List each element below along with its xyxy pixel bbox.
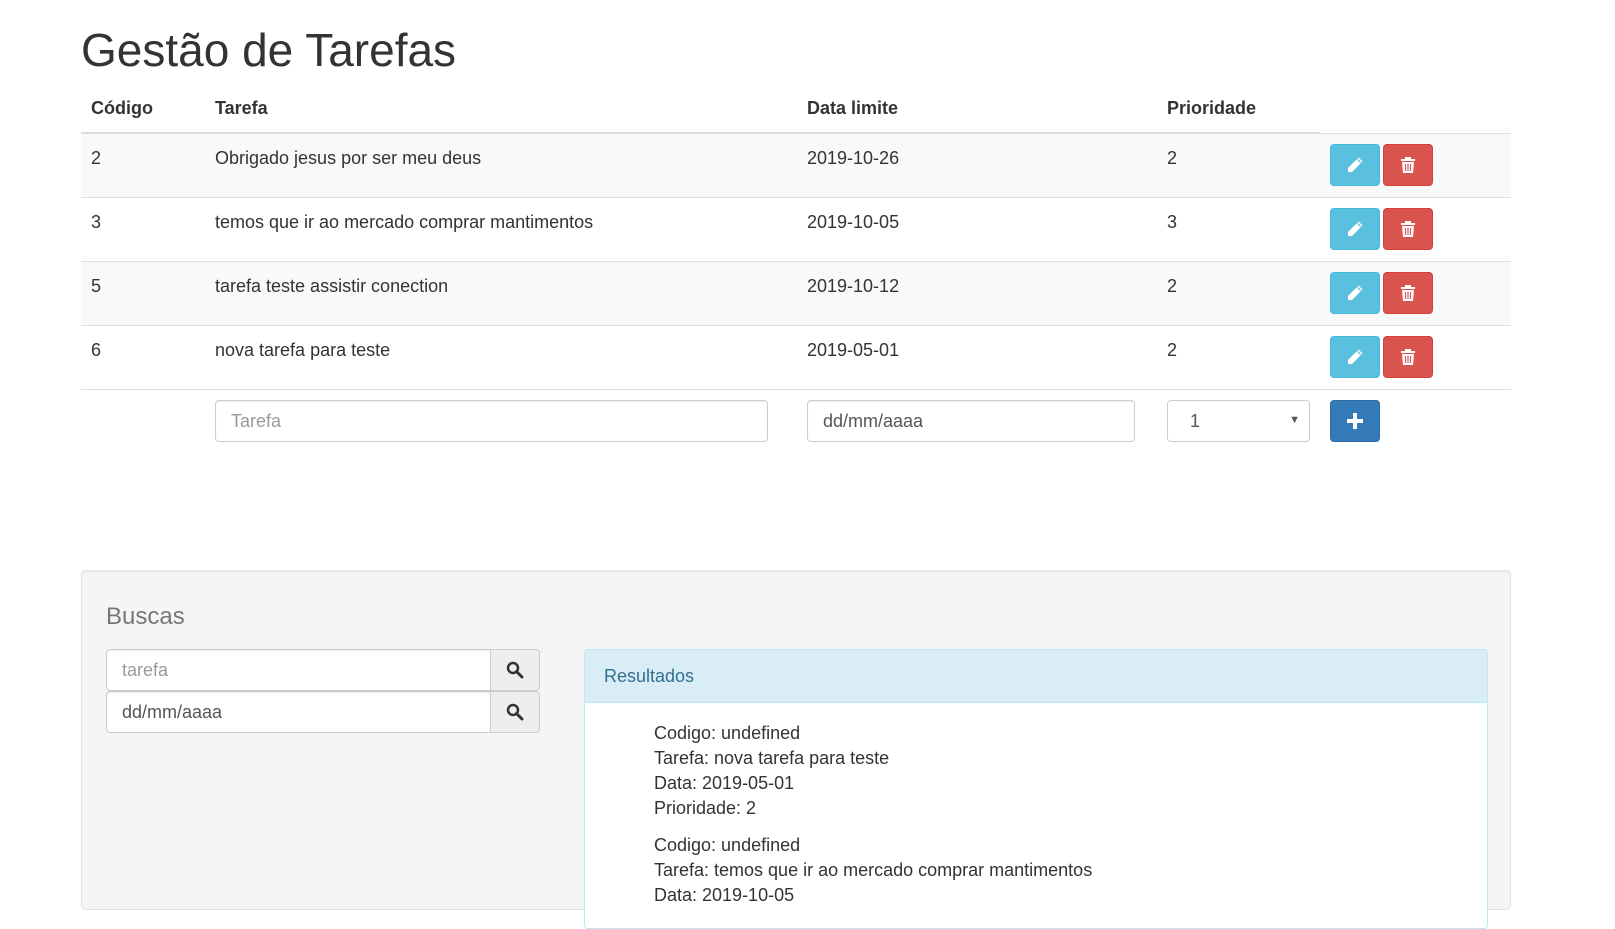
table-row: 2 Obrigado jesus por ser meu deus 2019-10-… [81,132,1511,198]
trash-icon [1401,349,1415,365]
cell-task: temos que ir ao mercado comprar mantimen… [205,197,797,262]
trash-icon [1401,285,1415,301]
cell-task: tarefa teste assistir conection [205,261,797,326]
search-task-button[interactable] [491,649,540,691]
edit-button[interactable] [1330,336,1380,378]
cell-code: 3 [81,197,205,262]
table-row: 6 nova tarefa para teste 2019-05-01 2 [81,325,1511,390]
result-code: Codigo: undefined [654,723,801,743]
row-actions [1320,132,1511,198]
edit-button[interactable] [1330,208,1380,250]
add-task-button[interactable] [1330,400,1380,442]
header-priority: Prioridade [1157,86,1320,134]
new-task-cell [205,389,797,453]
new-task-row: 1 ▼ [81,389,1511,453]
cell-date: 2019-10-12 [797,261,1157,326]
cell-task-text: tarefa teste assistir conection [215,276,449,296]
edit-button[interactable] [1330,143,1380,186]
header-code: Código [81,86,205,134]
pencil-icon [1348,221,1363,236]
cell-date-text: 2019-10-12 [807,276,900,296]
result-item: Codigo: undefined Tarefa: nova tarefa par… [654,721,1487,821]
cell-code-text: 2 [91,148,102,168]
cell-date-text: 2019-10-05 [807,212,900,232]
cell-code: 6 [81,325,205,390]
cell-date: 2019-10-26 [797,132,1157,198]
select-arrow-icon: ▼ [1289,414,1300,426]
pencil-icon [1348,157,1363,172]
new-row-empty-cell [81,389,205,453]
cell-date: 2019-10-05 [797,197,1157,262]
trash-icon [1401,221,1415,237]
row-actions [1320,325,1511,390]
cell-date: 2019-05-01 [797,325,1157,390]
cell-code: 2 [81,132,205,198]
edit-button[interactable] [1330,272,1380,314]
new-date-input[interactable] [807,400,1135,442]
plus-icon [1347,413,1363,429]
cell-task: nova tarefa para teste [205,325,797,390]
search-icon [506,661,524,679]
header-date: Data limite [797,86,1157,134]
pencil-icon [1348,285,1363,300]
new-priority-cell: 1 ▼ [1157,389,1320,453]
cell-task-text: temos que ir ao mercado comprar mantimen… [215,212,594,232]
result-date: Data: 2019-05-01 [654,773,795,793]
search-task-group [106,649,540,691]
result-task: Tarefa: nova tarefa para teste [654,748,890,768]
search-task-input[interactable] [106,649,491,691]
search-icon [506,703,524,721]
new-task-input[interactable] [215,400,768,442]
cell-priority: 2 [1157,261,1320,326]
results-title: Resultados [585,650,1487,703]
cell-task: Obrigado jesus por ser meu deus [205,132,797,198]
search-date-button[interactable] [491,691,540,733]
cell-priority: 2 [1157,325,1320,390]
cell-code-text: 3 [91,212,102,232]
new-row-actions [1320,389,1511,453]
cell-priority-text: 2 [1167,148,1178,168]
priority-select[interactable]: 1 ▼ [1167,400,1310,442]
search-date-input[interactable] [106,691,491,733]
table-row: 5 tarefa teste assistir conection 2019-10-… [81,261,1511,326]
cell-priority-text: 2 [1167,276,1178,296]
cell-priority-text: 2 [1167,340,1178,360]
result-date: Data: 2019-10-05 [654,885,795,905]
results-panel: Resultados Codigo: undefined Tarefa: nova… [584,649,1488,929]
cell-date-text: 2019-05-01 [807,340,900,360]
delete-button[interactable] [1383,143,1433,186]
table-body: 2 Obrigado jesus por ser meu deus 2019-10-… [81,132,1511,453]
cell-date-text: 2019-10-26 [807,148,900,168]
result-item: Codigo: undefined Tarefa: temos que ir ao… [654,833,1487,908]
cell-code-text: 6 [91,340,102,360]
delete-button[interactable] [1383,336,1433,378]
result-task: Tarefa: temos que ir ao mercado comprar … [654,860,1093,880]
results-list: Codigo: undefined Tarefa: nova tarefa par… [585,703,1487,908]
cell-priority: 3 [1157,197,1320,262]
result-priority: Prioridade: 2 [654,798,757,818]
cell-priority-text: 3 [1167,212,1178,232]
cell-code-text: 5 [91,276,102,296]
cell-priority: 2 [1157,132,1320,198]
cell-code: 5 [81,261,205,326]
pencil-icon [1348,349,1363,364]
table-row: 3 temos que ir ao mercado comprar mantime… [81,197,1511,262]
cell-task-text: nova tarefa para teste [215,340,391,360]
header-task: Tarefa [205,86,797,134]
search-panel: Buscas Resultados Codigo: undefined Taref… [81,570,1511,929]
row-actions [1320,197,1511,262]
header-actions [1320,86,1511,133]
delete-button[interactable] [1383,208,1433,250]
search-title: Buscas [106,603,185,630]
new-date-cell [797,389,1157,453]
result-code: Codigo: undefined [654,835,801,855]
delete-button[interactable] [1383,272,1433,314]
cell-task-text: Obrigado jesus por ser meu deus [215,148,482,168]
page-title: Gestão de Tarefas [81,24,457,76]
tasks-table: Código Tarefa Data limite Prioridade 2 Ob… [81,86,1511,453]
row-actions [1320,261,1511,326]
search-date-group [106,691,540,733]
table-header-row: Código Tarefa Data limite Prioridade [81,86,1511,134]
trash-icon [1401,156,1415,173]
